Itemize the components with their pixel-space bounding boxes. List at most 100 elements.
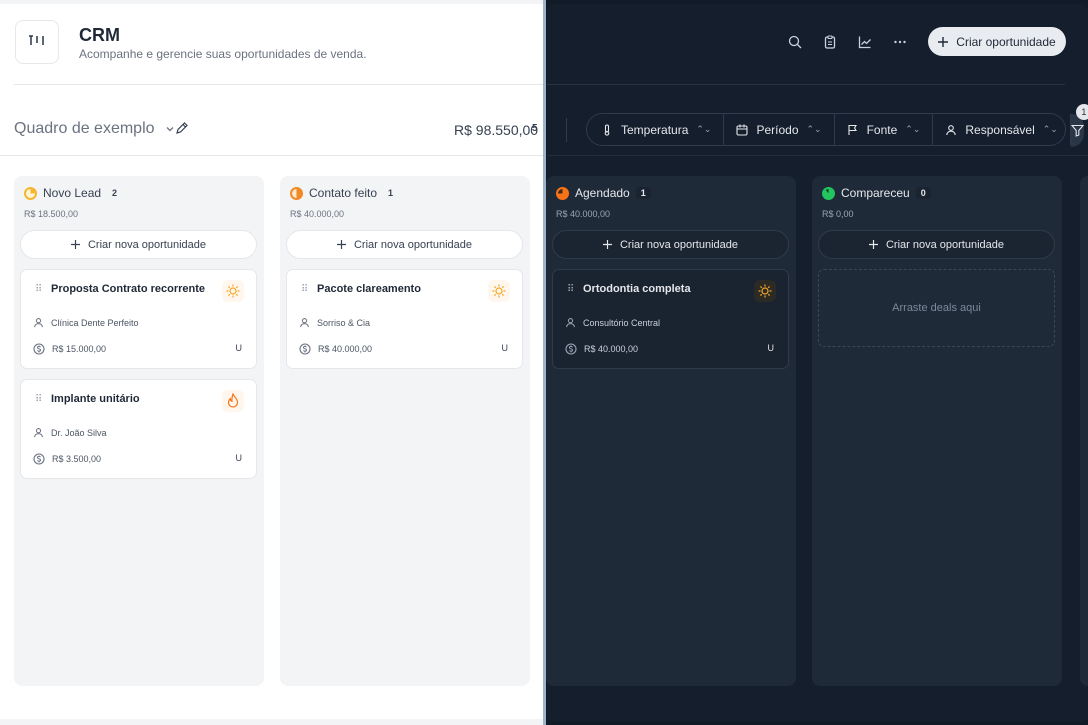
filter-owner[interactable]: Responsável ⌃⌄: [933, 114, 1071, 145]
deal-value: R$ 3.500,00: [52, 454, 102, 464]
sun-icon: [222, 280, 244, 302]
column-title: Compareceu: [841, 186, 910, 200]
column-count-badge: 2: [112, 188, 118, 198]
board-selector[interactable]: Quadro de exemplo: [14, 120, 175, 138]
deal-title: Pacote clareamento: [317, 283, 421, 295]
plus-icon: [70, 240, 80, 249]
column-count-badge: 1: [388, 188, 394, 198]
deal-value: R$ 40.000,00: [584, 344, 639, 354]
deal-title: Proposta Contrato recorrente: [51, 283, 206, 295]
board-name: Quadro de exemplo: [14, 120, 155, 137]
deal-card[interactable]: ⠿ Implante unitário Dr. João Silva R$ 3.…: [20, 379, 257, 479]
filter-label: Temperatura: [621, 122, 689, 137]
deal-title: Ortodontia completa: [583, 283, 691, 295]
column-total: R$ 40.000,00: [556, 209, 611, 219]
search-icon[interactable]: [786, 33, 803, 50]
add-opportunity-button[interactable]: Criar nova oportunidade: [286, 230, 523, 259]
add-opportunity-button[interactable]: Criar nova oportunidade: [20, 230, 257, 259]
flag-icon: [848, 124, 857, 135]
user-icon: [300, 318, 309, 328]
deal-contact: Consultório Central: [583, 317, 661, 328]
filter-label: Responsável: [965, 122, 1035, 137]
board-total-value: R$ 98.550,00: [454, 122, 539, 138]
page-title: CRM: [79, 25, 120, 45]
stage-indicator-icon: [822, 186, 835, 200]
sun-icon: [754, 280, 776, 302]
funnel-icon: [1070, 124, 1084, 137]
chevron-down-icon: [166, 127, 173, 132]
user-icon: [566, 318, 575, 328]
add-opportunity-label: Criar nova oportunidade: [619, 238, 739, 251]
drag-handle-icon[interactable]: ⠿: [567, 284, 574, 295]
add-opportunity-label: Criar nova oportunidade: [885, 238, 1005, 251]
owner-avatar[interactable]: U: [236, 343, 243, 353]
filter-source[interactable]: Fonte ⌃⌄: [835, 114, 934, 145]
drag-handle-icon[interactable]: ⠿: [35, 394, 42, 405]
filter-period[interactable]: Período ⌃⌄: [724, 114, 835, 145]
user-icon: [34, 318, 43, 328]
toolbar-divider-dark: [547, 155, 1088, 156]
pipeline-column-agendado: Agendado 1 R$ 40.000,00 Criar nova oport…: [546, 176, 796, 686]
add-opportunity-button[interactable]: Criar nova oportunidade: [552, 230, 789, 259]
drag-handle-icon[interactable]: ⠿: [35, 284, 42, 295]
owner-avatar[interactable]: U: [236, 453, 243, 463]
flame-icon: [222, 390, 244, 412]
deal-title: Implante unitário: [51, 393, 140, 405]
create-opportunity-button[interactable]: Criar oportunidade: [928, 27, 1066, 56]
board-deal-count: 5: [532, 123, 538, 134]
deal-card[interactable]: ⠿ Proposta Contrato recorrente Clínica D…: [20, 269, 257, 369]
active-filter-badge: 1: [1075, 104, 1088, 120]
column-total: R$ 0,00: [822, 209, 854, 219]
chart-line-icon[interactable]: [856, 33, 873, 50]
user-icon: [34, 428, 43, 438]
clipboard-icon[interactable]: [821, 33, 838, 50]
deal-card[interactable]: ⠿ Ortodontia completa Consultório Centra…: [552, 269, 789, 369]
column-total: R$ 18.500,00: [24, 209, 79, 219]
add-opportunity-label: Criar nova oportunidade: [353, 238, 473, 251]
light-bottom-strip: [0, 719, 544, 725]
pipeline-column-novo-lead: Novo Lead 2 R$ 18.500,00 Criar nova opor…: [14, 176, 264, 686]
deal-value: R$ 15.000,00: [52, 344, 107, 354]
stage-indicator-icon: [290, 186, 303, 200]
drag-handle-icon[interactable]: ⠿: [301, 284, 308, 295]
thermometer-icon: [604, 123, 610, 136]
plus-icon: [868, 240, 878, 249]
deal-contact: Sorriso & Cia: [317, 317, 371, 328]
edit-icon[interactable]: [175, 121, 189, 140]
owner-avatar[interactable]: U: [502, 343, 509, 353]
user-icon: [946, 124, 957, 135]
deal-contact: Dr. João Silva: [51, 427, 107, 438]
plus-icon: [938, 36, 949, 47]
owner-avatar[interactable]: U: [768, 343, 775, 353]
sort-chevron-icon: ⌃⌄: [696, 124, 712, 134]
deal-value: R$ 40.000,00: [318, 344, 373, 354]
filter-label: Fonte: [866, 122, 898, 137]
filter-label: Período: [756, 122, 799, 137]
deal-card[interactable]: ⠿ Pacote clareamento Sorriso & Cia R$ 40…: [286, 269, 523, 369]
pipeline-column-next: [1080, 176, 1088, 686]
stage-indicator-icon: [24, 186, 37, 200]
dollar-icon: [565, 343, 577, 355]
app-logo: [15, 20, 59, 64]
plus-icon: [602, 240, 612, 249]
pipeline-column-compareceu: Compareceu 0 R$ 0,00 Criar nova oportuni…: [812, 176, 1062, 686]
dollar-icon: [33, 453, 45, 465]
column-title: Novo Lead: [43, 186, 102, 200]
light-top-strip: [0, 0, 544, 4]
sort-chevron-icon: ⌃⌄: [905, 124, 921, 134]
header-divider-dark: [547, 84, 1065, 85]
column-title: Contato feito: [309, 186, 378, 200]
drop-zone[interactable]: Arraste deals aqui: [818, 269, 1055, 347]
filter-bar: Temperatura ⌃⌄ Período ⌃⌄ Fonte ⌃⌄ Respo…: [586, 104, 1088, 147]
sort-chevron-icon: ⌃⌄: [806, 124, 822, 134]
header-actions: [786, 33, 908, 50]
toolbar-divider-light: [0, 155, 544, 156]
deal-contact: Clínica Dente Perfeito: [51, 317, 139, 328]
column-count-badge: 0: [915, 187, 931, 199]
filter-temperature[interactable]: Temperatura ⌃⌄: [587, 114, 725, 145]
page-subtitle: Acompanhe e gerencie suas oportunidades …: [79, 47, 367, 61]
sort-chevron-icon: ⌃⌄: [1042, 124, 1058, 134]
more-icon[interactable]: [891, 33, 908, 50]
add-opportunity-label: Criar nova oportunidade: [87, 238, 207, 251]
add-opportunity-button[interactable]: Criar nova oportunidade: [818, 230, 1055, 259]
